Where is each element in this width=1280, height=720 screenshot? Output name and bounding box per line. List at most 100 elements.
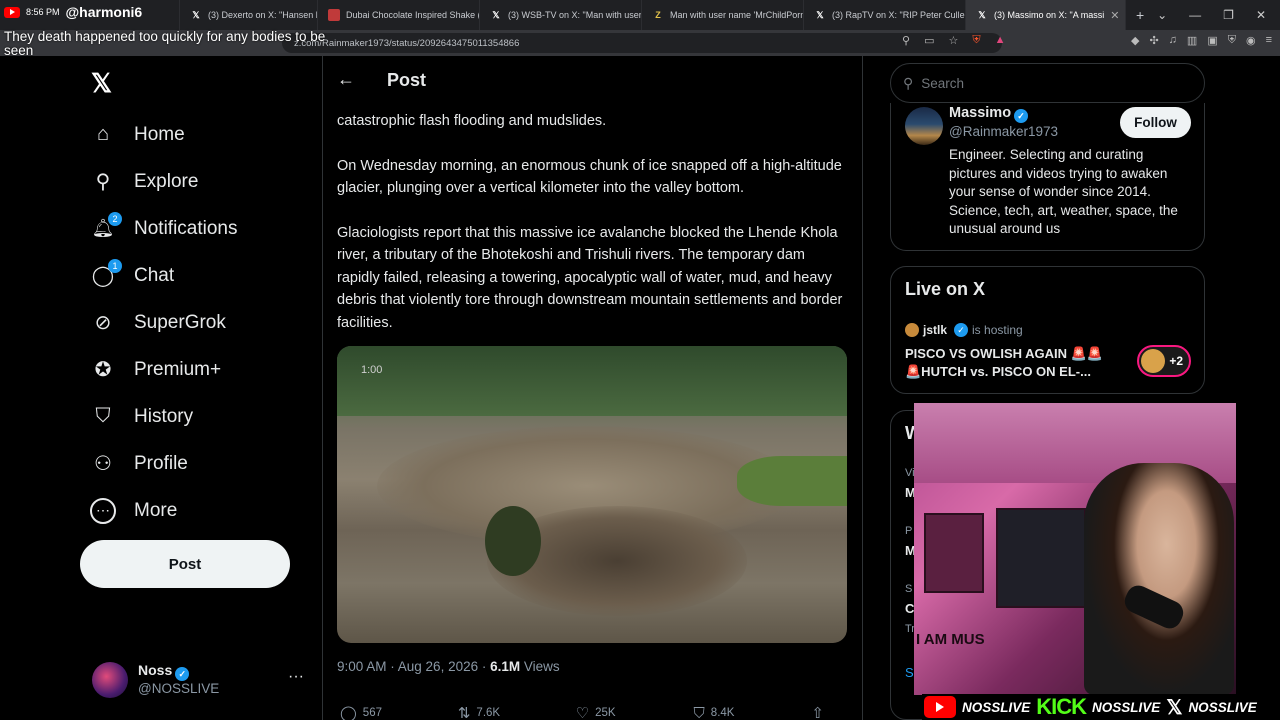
bookmark-count: 8.4K — [710, 707, 735, 719]
x-icon: 𝕏 — [1166, 696, 1183, 719]
minimize-icon[interactable]: — — [1189, 8, 1201, 22]
video-timestamp: 1:00 — [361, 364, 383, 376]
live-participants[interactable]: +2 — [1137, 345, 1191, 377]
puzzle-icon[interactable]: ✣ — [1149, 34, 1158, 47]
brave-rewards-icon[interactable]: ▲ — [995, 34, 1006, 47]
grok-icon: ⊘ — [94, 312, 112, 334]
wallet-icon[interactable]: ▣ — [1207, 34, 1217, 47]
author-handle[interactable]: @Rainmaker1973 — [949, 124, 1058, 139]
more-icon: ⋯ — [90, 497, 116, 524]
x-handle: NOSSLIVE — [1188, 699, 1257, 715]
brave-shield-icon[interactable]: ⛨ — [972, 34, 980, 47]
youtube-icon — [924, 696, 956, 718]
sidebar-icon[interactable]: ▥ — [1187, 34, 1197, 47]
reply-icon: ◯ — [340, 705, 357, 720]
stream-handle: @harmoni6 — [65, 4, 143, 20]
zoom-icon[interactable]: ⚲ — [902, 34, 910, 47]
x-icon: 𝕏 — [978, 9, 986, 20]
column-divider — [862, 56, 863, 720]
like-button[interactable]: ♡ 25K — [576, 704, 694, 720]
chat-badge: 1 — [108, 258, 122, 273]
browser-tab[interactable]: 𝕏 (3) WSB-TV on X: "Man with user na — [480, 0, 642, 30]
nav-item-supergrok[interactable]: ⊘ SuperGrok — [90, 299, 238, 346]
post-paragraph: Glaciologists report that this massive i… — [337, 224, 843, 331]
repost-button[interactable]: ⇅ 7.6K — [458, 704, 576, 720]
nav-item-explore[interactable]: ⚲ Explore — [90, 158, 238, 205]
follow-button[interactable]: Follow — [1120, 107, 1191, 138]
browser-tab-active[interactable]: 𝕏 (3) Massimo on X: "A massi ✕ — [966, 0, 1126, 30]
nav-item-history[interactable]: ⛉ History — [90, 393, 238, 440]
account-name: Noss ✓ — [138, 662, 190, 681]
tab-label: Man with user name 'MrChildPorn' — [670, 10, 804, 20]
browser-tab[interactable]: 𝕏 (3) Dexerto on X: "Hansen has adm — [180, 0, 318, 30]
reply-count: 567 — [362, 707, 382, 719]
webcam-sign: I AM MUS — [916, 631, 985, 648]
account-switcher[interactable]: Noss ✓ @NOSSLIVE ··· — [92, 660, 304, 700]
heart-icon: ♡ — [575, 705, 590, 720]
tab-label: (3) WSB-TV on X: "Man with user na — [508, 10, 642, 20]
star-icon[interactable]: ☆ — [948, 34, 958, 47]
post-meta: 9:00 AM · Aug 26, 2026 · 6.1M Views — [337, 659, 560, 674]
browser-tab[interactable]: 𝕏 (3) RapTV on X: "RIP Peter Cullen — [804, 0, 966, 30]
webcam-overlay: I AM MUS — [914, 403, 1236, 695]
share-button[interactable]: ⇧ — [811, 704, 850, 720]
author-name[interactable]: Massimo ✓ — [949, 105, 1029, 123]
search-input[interactable]: ⚲ Search — [890, 63, 1205, 103]
nav-item-chat[interactable]: ◯ 1 Chat — [90, 252, 238, 299]
music-icon[interactable]: ♫ — [1169, 34, 1177, 47]
trend-item[interactable]: S — [905, 583, 912, 595]
address-bar[interactable]: z.com/Rainmaker1973/status/2092643475011… — [282, 33, 1002, 53]
extension-icon[interactable]: ◆ — [1131, 34, 1139, 47]
trend-item[interactable]: P — [905, 525, 912, 537]
nav-label: SuperGrok — [134, 311, 226, 333]
nav-item-profile[interactable]: ⚇ Profile — [90, 440, 238, 487]
chevron-down-icon[interactable]: ⌄ — [1157, 8, 1167, 22]
close-icon[interactable]: ✕ — [1110, 9, 1119, 22]
cast-icon[interactable]: ▭ — [924, 34, 934, 47]
more-icon[interactable]: ··· — [288, 668, 304, 686]
avatar[interactable] — [905, 107, 943, 145]
verified-icon: ✪ — [94, 359, 112, 381]
live-host[interactable]: jstlk ✓ is hosting — [905, 323, 1023, 337]
reply-button[interactable]: ◯ 567 — [340, 704, 458, 720]
browser-tab-bar: 𝕏 (3) Dexerto on X: "Hansen has adm Duba… — [0, 0, 1280, 30]
repost-count: 7.6K — [476, 707, 501, 719]
kick-logo: KICK — [1036, 694, 1087, 719]
x-icon: 𝕏 — [492, 9, 500, 20]
back-arrow-icon[interactable]: ← — [337, 69, 355, 90]
author-card: Massimo ✓ @Rainmaker1973 Follow Engineer.… — [890, 103, 1205, 251]
stream-caption: They death happened too quickly for any … — [4, 29, 326, 58]
close-icon[interactable]: ✕ — [1256, 8, 1266, 22]
browser-tab[interactable]: Z Man with user name 'MrChildPorn' — [642, 0, 804, 30]
verified-icon: ✓ — [175, 667, 190, 681]
clock-text: 8:56 PM — [26, 7, 60, 17]
menu-icon[interactable]: ≡ — [1266, 34, 1272, 47]
post-button[interactable]: Post — [80, 540, 290, 588]
nav-item-notifications[interactable]: 🔔︎ 2 Notifications — [90, 205, 238, 252]
host-suffix: is hosting — [972, 323, 1023, 337]
nav-item-more[interactable]: ⋯ More — [90, 487, 238, 534]
person-icon: ⚇ — [94, 453, 112, 475]
new-tab-button[interactable]: + — [1126, 0, 1154, 30]
x-logo-icon[interactable]: 𝕏 — [91, 68, 112, 99]
vpn-icon[interactable]: ⛨ — [1228, 34, 1236, 47]
account-name-text: Noss — [138, 662, 173, 678]
webcam-frame — [924, 513, 984, 593]
live-space-title[interactable]: PISCO VS OWLISH AGAIN 🚨🚨🚨HUTCH vs. PISCO… — [905, 345, 1115, 381]
browser-tab[interactable]: Dubai Chocolate Inspired Shake (10 — [318, 0, 480, 30]
show-more-link[interactable]: S — [905, 665, 914, 680]
post-timestamp[interactable]: 9:00 AM · Aug 26, 2026 · — [337, 659, 490, 674]
maximize-icon[interactable]: ❐ — [1223, 8, 1234, 22]
nav-item-premium[interactable]: ✪ Premium+ — [90, 346, 238, 393]
verified-icon: ✓ — [1014, 109, 1029, 123]
window-controls: ⌄ — ❐ ✕ — [1157, 0, 1280, 30]
bookmark-button[interactable]: ⛉ 8.4K — [694, 704, 812, 720]
post-paragraph: catastrophic flash flooding and mudslide… — [337, 113, 607, 129]
profile-icon[interactable]: ◉ — [1246, 34, 1256, 47]
nav-item-home[interactable]: ⌂ Home — [90, 111, 238, 158]
streamer — [1084, 463, 1234, 695]
trend-item[interactable]: C — [905, 601, 914, 616]
z-icon: Z — [655, 10, 661, 20]
post-video[interactable]: 1:00 — [337, 346, 847, 643]
post-actions: ◯ 567 ⇅ 7.6K ♡ 25K ⛉ 8.4K ⇧ — [340, 704, 850, 720]
